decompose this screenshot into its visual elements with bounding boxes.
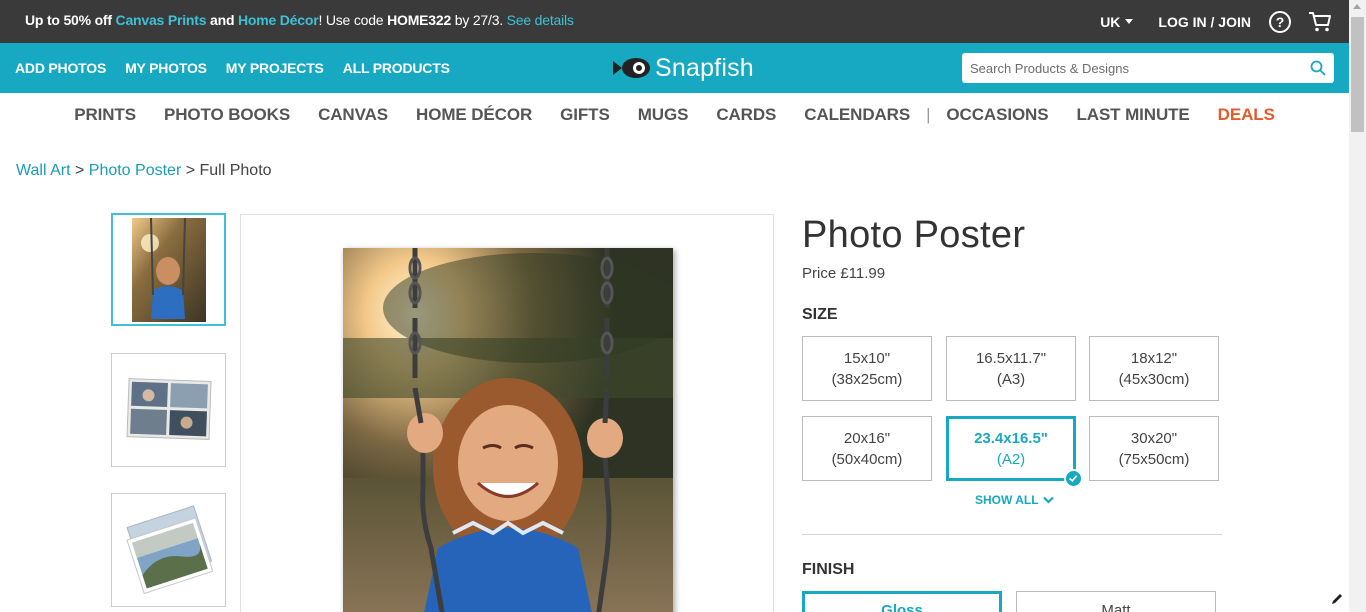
scroll-up-arrow-icon[interactable] — [1353, 4, 1361, 9]
page-scrollbar[interactable] — [1349, 0, 1366, 612]
snapfish-logo[interactable]: Snapfish — [613, 53, 754, 83]
cat-occasions[interactable]: OCCASIONS — [946, 105, 1048, 125]
size-option-a2[interactable]: 23.4x16.5" (A2) — [946, 416, 1083, 488]
help-icon[interactable]: ? — [1269, 10, 1291, 33]
promo-text-part: ! Use code — [318, 12, 388, 28]
logo-text: Snapfish — [655, 53, 754, 82]
cat-prints[interactable]: PRINTS — [74, 105, 136, 125]
category-nav: PRINTS PHOTO BOOKS CANVAS HOME DÉCOR GIF… — [0, 93, 1349, 137]
finish-option-gloss[interactable]: Gloss — [802, 591, 1002, 612]
breadcrumb-wall-art[interactable]: Wall Art — [16, 162, 71, 179]
show-all-sizes-button[interactable]: SHOW ALL — [975, 493, 1054, 507]
thumbnail-image — [126, 378, 212, 440]
nav-add-photos[interactable]: ADD PHOTOS — [15, 60, 106, 76]
chevron-down-icon — [1042, 496, 1054, 504]
thumbnail-image — [132, 217, 206, 322]
nav-my-projects[interactable]: MY PROJECTS — [226, 60, 324, 76]
cat-photo-books[interactable]: PHOTO BOOKS — [164, 105, 290, 125]
search-box — [962, 53, 1334, 83]
size-label: SIZE — [802, 306, 838, 323]
product-preview-image[interactable] — [343, 248, 673, 612]
promo-text-part: and — [206, 12, 238, 28]
cat-mugs[interactable]: MUGS — [638, 105, 689, 125]
breadcrumb-separator: > — [70, 162, 89, 179]
cat-home-decor[interactable]: HOME DÉCOR — [416, 105, 532, 125]
promo-text-part: Up to 50% off — [25, 12, 116, 28]
nav-all-products[interactable]: ALL PRODUCTS — [343, 60, 450, 76]
cat-calendars[interactable]: CALENDARS — [804, 105, 910, 125]
breadcrumb-current: Full Photo — [199, 162, 272, 179]
size-option-metric: (A3) — [996, 370, 1026, 388]
finish-label: FINISH — [802, 561, 855, 578]
size-option-dimensions: 23.4x16.5" — [974, 429, 1048, 447]
section-divider — [802, 534, 1222, 535]
login-join-link[interactable]: LOG IN / JOIN — [1158, 14, 1251, 30]
cat-deals[interactable]: DEALS — [1218, 105, 1275, 125]
size-option-dimensions: 20x16" — [843, 429, 891, 447]
cat-cards[interactable]: CARDS — [716, 105, 776, 125]
product-price: Price £11.99 — [802, 265, 886, 282]
checkmark-icon — [1064, 469, 1083, 488]
caret-down-icon — [1125, 19, 1134, 24]
scrollbar-thumb[interactable] — [1351, 17, 1364, 132]
finish-option-matt[interactable]: Matt — [1016, 591, 1216, 612]
product-title: Photo Poster — [802, 214, 1026, 256]
show-all-label: SHOW ALL — [975, 493, 1039, 507]
size-option-dimensions: 18x12" — [1130, 349, 1178, 367]
size-option-dimensions: 15x10" — [843, 349, 891, 367]
promo-bar: Up to 50% off Canvas Prints and Home Déc… — [0, 0, 1349, 43]
breadcrumb-photo-poster[interactable]: Photo Poster — [89, 162, 182, 179]
thumbnail-angled-view[interactable] — [111, 493, 226, 607]
category-separator: | — [926, 105, 931, 124]
cat-canvas[interactable]: CANVAS — [318, 105, 388, 125]
see-details-link[interactable]: See details — [507, 12, 574, 28]
thumbnail-collage[interactable] — [111, 353, 226, 467]
fish-logo-icon — [613, 58, 650, 78]
size-option-dimensions: 30x20" — [1130, 429, 1178, 447]
thumbnail-full-photo[interactable] — [111, 213, 226, 326]
promo-text-part: by 27/3. — [451, 12, 507, 28]
size-option-metric: (A2) — [996, 450, 1026, 468]
region-selector[interactable]: UK — [1100, 13, 1134, 30]
size-option-dimensions: 16.5x11.7" — [975, 349, 1047, 367]
canvas-prints-link[interactable]: Canvas Prints — [116, 12, 207, 28]
size-option-30x20[interactable]: 30x20" (75x50cm) — [1089, 416, 1219, 481]
size-option-metric: (38x25cm) — [831, 370, 903, 388]
pen-icon[interactable] — [1330, 592, 1344, 606]
size-option-15x10[interactable]: 15x10" (38x25cm) — [802, 336, 932, 401]
promo-text: Up to 50% off Canvas Prints and Home Déc… — [25, 12, 574, 28]
promo-code: HOME322 — [387, 12, 452, 28]
home-decor-link[interactable]: Home Décor — [238, 12, 319, 28]
nav-my-photos[interactable]: MY PHOTOS — [125, 60, 207, 76]
size-option-metric: (45x30cm) — [1118, 370, 1190, 388]
cat-gifts[interactable]: GIFTS — [560, 105, 610, 125]
cat-last-minute[interactable]: LAST MINUTE — [1076, 105, 1189, 125]
search-input[interactable] — [962, 53, 1292, 83]
cart-icon[interactable] — [1308, 11, 1332, 33]
size-option-metric: (75x50cm) — [1118, 450, 1190, 468]
breadcrumb-separator: > — [181, 162, 200, 179]
size-option-metric: (50x40cm) — [831, 450, 903, 468]
thumbnail-image — [126, 505, 214, 595]
size-option-18x12[interactable]: 18x12" (45x30cm) — [1089, 336, 1219, 401]
size-option-20x16[interactable]: 20x16" (50x40cm) — [802, 416, 932, 481]
poster-photo — [343, 248, 673, 612]
region-label: UK — [1100, 13, 1121, 30]
size-option-a3[interactable]: 16.5x11.7" (A3) — [946, 336, 1076, 401]
breadcrumb: Wall Art > Photo Poster > Full Photo — [16, 162, 272, 180]
search-icon[interactable] — [1310, 60, 1326, 76]
